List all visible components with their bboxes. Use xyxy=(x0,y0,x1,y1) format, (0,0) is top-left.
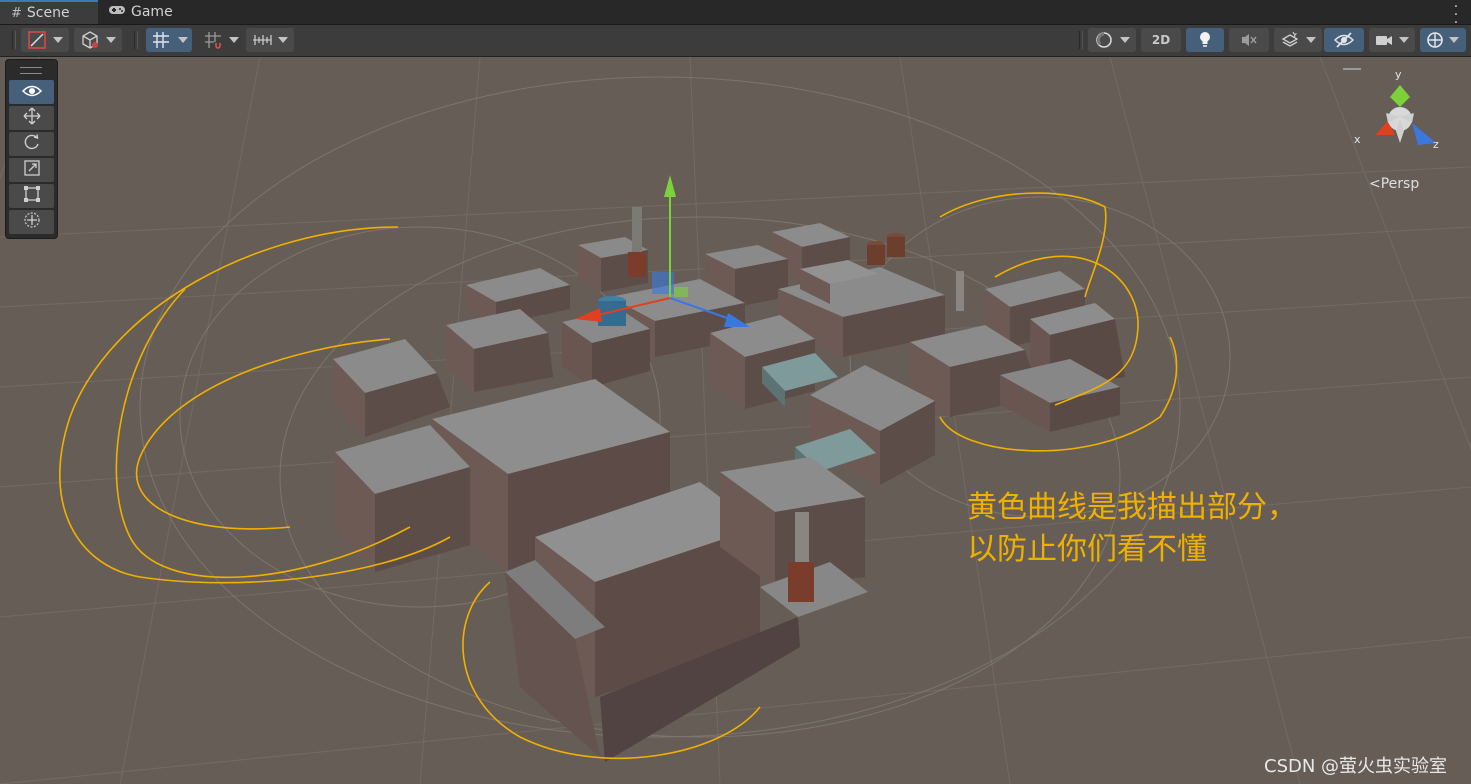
audio-toggle[interactable] xyxy=(1229,28,1269,52)
lighting-toggle[interactable] xyxy=(1186,28,1224,52)
watermark: CSDN @萤火虫实验室 xyxy=(1264,756,1448,777)
annotation-text-line2: 以防止你们看不懂 xyxy=(967,532,1207,567)
view-tool-button[interactable] xyxy=(9,80,54,104)
lightbulb-icon xyxy=(1198,31,1212,49)
more-options-icon[interactable]: · · · xyxy=(1453,0,1459,30)
camera-icon xyxy=(1375,33,1393,47)
hidden-eye-icon xyxy=(1334,32,1354,48)
mute-icon xyxy=(1240,32,1258,48)
toolbar-separator xyxy=(1079,31,1083,49)
toolbar-separator xyxy=(134,31,138,49)
sphere-icon xyxy=(1095,31,1113,49)
transform-tool-button[interactable] xyxy=(9,210,54,234)
move-arrows-icon xyxy=(23,107,41,129)
scale-icon xyxy=(23,159,41,181)
chevron-down-icon[interactable] xyxy=(1303,28,1319,52)
ruler-icon xyxy=(252,33,272,47)
tool-palette xyxy=(5,59,58,239)
chevron-down-icon[interactable] xyxy=(275,28,291,52)
axis-z-label: z xyxy=(1433,138,1439,151)
toolbar-separator xyxy=(12,31,16,49)
tab-scene-label: Scene xyxy=(26,5,70,21)
tab-scene[interactable]: # Scene xyxy=(0,0,98,24)
scene-viewport[interactable]: y x z <Persp 黄色曲线是我描出部分， 以防止你们看不懂 CSDN @… xyxy=(0,57,1471,784)
grid-icon: # xyxy=(11,5,22,21)
tab-game[interactable]: Game xyxy=(108,0,188,24)
annotation-text-line1: 黄色曲线是我描出部分， xyxy=(967,490,1297,525)
rect-transform-icon xyxy=(23,185,41,207)
chevron-down-icon[interactable] xyxy=(226,28,242,52)
axis-x-label: x xyxy=(1354,133,1361,146)
chevron-down-icon[interactable] xyxy=(103,28,119,52)
scale-tool-button[interactable] xyxy=(9,158,54,182)
scene-render xyxy=(0,57,1471,784)
cube-icon xyxy=(81,31,99,49)
scene-tab-bar: # Scene Game · · · xyxy=(0,0,1471,30)
toggle-2d-button[interactable]: 2D xyxy=(1141,28,1181,52)
tab-game-label: Game xyxy=(131,4,173,20)
drag-handle[interactable] xyxy=(20,67,42,74)
rect-tool-button[interactable] xyxy=(9,184,54,208)
chevron-down-icon[interactable] xyxy=(175,28,191,52)
move-tool-button[interactable] xyxy=(9,106,54,130)
projection-toggle[interactable]: <Persp xyxy=(1369,176,1419,192)
scene-toolbar: 2D xyxy=(0,25,1471,57)
axis-y-label: y xyxy=(1395,68,1402,81)
rotate-icon xyxy=(23,133,41,155)
grid-snap-icon xyxy=(152,31,170,49)
gamepad-icon xyxy=(108,4,126,20)
transform-icon xyxy=(23,211,41,233)
chevron-down-icon[interactable] xyxy=(1396,28,1412,52)
chevron-down-icon[interactable] xyxy=(1446,28,1462,52)
gizmo-icon xyxy=(1426,31,1444,49)
rotate-tool-button[interactable] xyxy=(9,132,54,156)
magnet-grid-icon xyxy=(204,31,222,49)
chevron-down-icon[interactable] xyxy=(1117,28,1133,52)
scene-visibility-toggle[interactable] xyxy=(1324,28,1364,52)
eye-icon xyxy=(21,83,42,102)
layers-icon xyxy=(1281,31,1299,49)
chevron-down-icon[interactable] xyxy=(50,28,66,52)
shaded-mode-icon xyxy=(28,31,46,49)
building-group xyxy=(333,207,1125,762)
